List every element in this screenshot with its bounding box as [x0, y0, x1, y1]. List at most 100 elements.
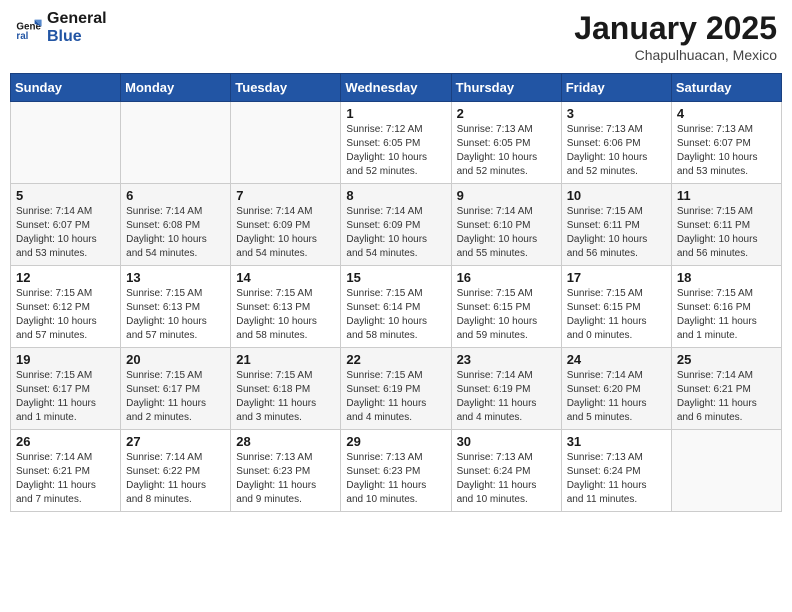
day-number: 29 — [346, 434, 445, 449]
day-number: 31 — [567, 434, 666, 449]
calendar-cell: 18 Sunrise: 7:15 AMSunset: 6:16 PMDayligh… — [671, 266, 781, 348]
day-number: 26 — [16, 434, 115, 449]
day-info: Sunrise: 7:14 AMSunset: 6:22 PMDaylight:… — [126, 451, 225, 507]
day-number: 9 — [457, 188, 556, 203]
day-info: Sunrise: 7:13 AMSunset: 6:24 PMDaylight:… — [457, 451, 556, 507]
calendar-cell: 27Sunrise: 7:14 AMSunset: 6:22 PMDayligh… — [121, 430, 231, 512]
calendar-title: January 2025 — [574, 10, 777, 47]
day-info: Sunrise: 7:15 AMSunset: 6:17 PMDaylight:… — [126, 369, 225, 425]
calendar-cell: 10 Sunrise: 7:15 AMSunset: 6:11 PMDayligh… — [561, 184, 671, 266]
day-number: 7 — [236, 188, 335, 203]
day-number: 6 — [126, 188, 225, 203]
calendar-cell: 2Sunrise: 7:13 AMSunset: 6:05 PMDaylight… — [451, 102, 561, 184]
day-number: 19 — [16, 352, 115, 367]
day-number: 18 — [677, 270, 776, 285]
calendar-cell: 5 Sunrise: 7:14 AMSunset: 6:07 PMDaylight… — [11, 184, 121, 266]
day-info: Sunrise: 7:15 AMSunset: 6:15 PMDaylight:… — [567, 287, 666, 343]
calendar-cell: 15 Sunrise: 7:15 AMSunset: 6:14 PMDayligh… — [341, 266, 451, 348]
weekday-header-tuesday: Tuesday — [231, 74, 341, 102]
week-row-4: 19 Sunrise: 7:15 AMSunset: 6:17 PMDayligh… — [11, 348, 782, 430]
calendar-cell: 11 Sunrise: 7:15 AMSunset: 6:11 PMDayligh… — [671, 184, 781, 266]
weekday-header-saturday: Saturday — [671, 74, 781, 102]
day-info: Sunrise: 7:14 AMSunset: 6:09 PMDaylight:… — [346, 205, 445, 261]
calendar-cell: 26 Sunrise: 7:14 AMSunset: 6:21 PMDayligh… — [11, 430, 121, 512]
day-info: Sunrise: 7:13 AMSunset: 6:07 PMDaylight:… — [677, 123, 776, 179]
day-number: 24 — [567, 352, 666, 367]
day-info: Sunrise: 7:15 AMSunset: 6:18 PMDaylight:… — [236, 369, 335, 425]
calendar-cell: 31 Sunrise: 7:13 AMSunset: 6:24 PMDayligh… — [561, 430, 671, 512]
day-number: 22 — [346, 352, 445, 367]
weekday-header-wednesday: Wednesday — [341, 74, 451, 102]
day-info: Sunrise: 7:15 AMSunset: 6:14 PMDaylight:… — [346, 287, 445, 343]
day-number: 21 — [236, 352, 335, 367]
day-number: 25 — [677, 352, 776, 367]
day-number: 2 — [457, 106, 556, 121]
calendar-cell: 6 Sunrise: 7:14 AMSunset: 6:08 PMDaylight… — [121, 184, 231, 266]
day-info: Sunrise: 7:14 AMSunset: 6:09 PMDaylight:… — [236, 205, 335, 261]
calendar-cell: 30Sunrise: 7:13 AMSunset: 6:24 PMDayligh… — [451, 430, 561, 512]
calendar-table: SundayMondayTuesdayWednesdayThursdayFrid… — [10, 73, 782, 512]
day-number: 5 — [16, 188, 115, 203]
day-info: Sunrise: 7:14 AMSunset: 6:07 PMDaylight:… — [16, 205, 115, 261]
logo-text: General — [47, 10, 107, 28]
day-info: Sunrise: 7:15 AMSunset: 6:11 PMDaylight:… — [567, 205, 666, 261]
calendar-cell: 7 Sunrise: 7:14 AMSunset: 6:09 PMDaylight… — [231, 184, 341, 266]
day-info: Sunrise: 7:15 AMSunset: 6:12 PMDaylight:… — [16, 287, 115, 343]
day-info: Sunrise: 7:15 AMSunset: 6:16 PMDaylight:… — [677, 287, 776, 343]
day-number: 13 — [126, 270, 225, 285]
week-row-5: 26 Sunrise: 7:14 AMSunset: 6:21 PMDayligh… — [11, 430, 782, 512]
day-number: 4 — [677, 106, 776, 121]
week-row-3: 12 Sunrise: 7:15 AMSunset: 6:12 PMDayligh… — [11, 266, 782, 348]
logo-icon: Gene ral — [15, 14, 43, 42]
calendar-cell: 17Sunrise: 7:15 AMSunset: 6:15 PMDayligh… — [561, 266, 671, 348]
calendar-cell: 23Sunrise: 7:14 AMSunset: 6:19 PMDayligh… — [451, 348, 561, 430]
calendar-cell: 14 Sunrise: 7:15 AMSunset: 6:13 PMDayligh… — [231, 266, 341, 348]
calendar-cell: 29 Sunrise: 7:13 AMSunset: 6:23 PMDayligh… — [341, 430, 451, 512]
day-number: 20 — [126, 352, 225, 367]
day-info: Sunrise: 7:12 AMSunset: 6:05 PMDaylight:… — [346, 123, 445, 179]
day-number: 11 — [677, 188, 776, 203]
calendar-cell: 9Sunrise: 7:14 AMSunset: 6:10 PMDaylight… — [451, 184, 561, 266]
calendar-cell — [671, 430, 781, 512]
calendar-cell — [121, 102, 231, 184]
day-info: Sunrise: 7:13 AMSunset: 6:23 PMDaylight:… — [346, 451, 445, 507]
day-number: 1 — [346, 106, 445, 121]
day-number: 15 — [346, 270, 445, 285]
calendar-cell: 25Sunrise: 7:14 AMSunset: 6:21 PMDayligh… — [671, 348, 781, 430]
calendar-cell: 24 Sunrise: 7:14 AMSunset: 6:20 PMDayligh… — [561, 348, 671, 430]
calendar-cell: 13 Sunrise: 7:15 AMSunset: 6:13 PMDayligh… — [121, 266, 231, 348]
calendar-cell: 4 Sunrise: 7:13 AMSunset: 6:07 PMDaylight… — [671, 102, 781, 184]
day-info: Sunrise: 7:15 AMSunset: 6:13 PMDaylight:… — [126, 287, 225, 343]
calendar-cell: 22Sunrise: 7:15 AMSunset: 6:19 PMDayligh… — [341, 348, 451, 430]
calendar-cell — [231, 102, 341, 184]
svg-text:ral: ral — [16, 31, 28, 42]
day-info: Sunrise: 7:14 AMSunset: 6:08 PMDaylight:… — [126, 205, 225, 261]
day-number: 23 — [457, 352, 556, 367]
weekday-header-sunday: Sunday — [11, 74, 121, 102]
calendar-cell — [11, 102, 121, 184]
day-number: 3 — [567, 106, 666, 121]
week-row-1: 1 Sunrise: 7:12 AMSunset: 6:05 PMDaylight… — [11, 102, 782, 184]
day-info: Sunrise: 7:15 AMSunset: 6:13 PMDaylight:… — [236, 287, 335, 343]
day-info: Sunrise: 7:15 AMSunset: 6:17 PMDaylight:… — [16, 369, 115, 425]
weekday-header-thursday: Thursday — [451, 74, 561, 102]
calendar-cell: 12 Sunrise: 7:15 AMSunset: 6:12 PMDayligh… — [11, 266, 121, 348]
day-info: Sunrise: 7:13 AMSunset: 6:06 PMDaylight:… — [567, 123, 666, 179]
weekday-header-friday: Friday — [561, 74, 671, 102]
day-info: Sunrise: 7:14 AMSunset: 6:20 PMDaylight:… — [567, 369, 666, 425]
day-info: Sunrise: 7:15 AMSunset: 6:11 PMDaylight:… — [677, 205, 776, 261]
day-number: 10 — [567, 188, 666, 203]
calendar-cell: 3 Sunrise: 7:13 AMSunset: 6:06 PMDaylight… — [561, 102, 671, 184]
day-info: Sunrise: 7:13 AMSunset: 6:23 PMDaylight:… — [236, 451, 335, 507]
day-number: 12 — [16, 270, 115, 285]
calendar-cell: 20 Sunrise: 7:15 AMSunset: 6:17 PMDayligh… — [121, 348, 231, 430]
day-number: 14 — [236, 270, 335, 285]
day-number: 16 — [457, 270, 556, 285]
logo-blue: Blue — [47, 28, 107, 46]
day-number: 28 — [236, 434, 335, 449]
calendar-subtitle: Chapulhuacan, Mexico — [574, 47, 777, 63]
day-info: Sunrise: 7:14 AMSunset: 6:21 PMDaylight:… — [16, 451, 115, 507]
weekday-header-monday: Monday — [121, 74, 231, 102]
calendar-cell: 1 Sunrise: 7:12 AMSunset: 6:05 PMDaylight… — [341, 102, 451, 184]
day-info: Sunrise: 7:13 AMSunset: 6:24 PMDaylight:… — [567, 451, 666, 507]
